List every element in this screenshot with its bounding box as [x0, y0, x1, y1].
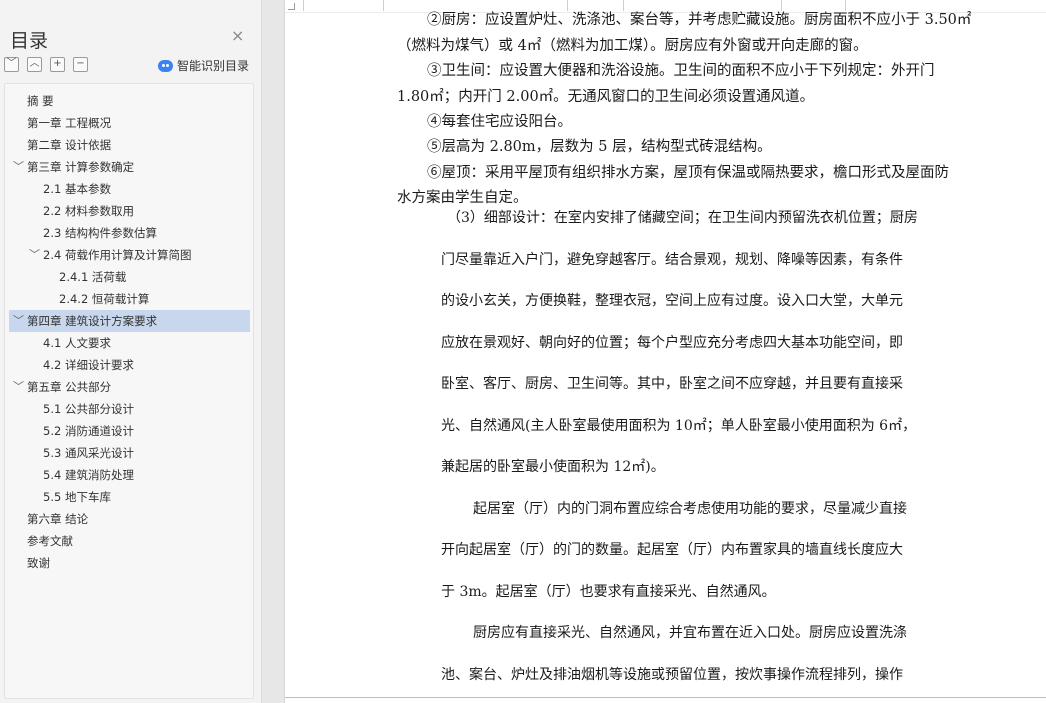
paragraph-line: 光、自然通风(主人卧室最使用面积为 10㎡；单人卧室最小使用面积为 6㎡， — [441, 418, 917, 434]
paragraph-line: ③卫生间：应设置大便器和洗浴设施。卫生间的面积不应小于下列规定：外开门 — [427, 63, 935, 79]
toc-item[interactable]: ﹀ 第五章 公共部分 — [9, 376, 250, 398]
page-corner-mark — [288, 3, 295, 10]
paragraph-line: ②厨房：应设置炉灶、洗涤池、案台等，并考虑贮藏设施。厨房面积不应小于 3.50㎡ — [427, 12, 972, 28]
paragraph-line: （3）细部设计：在室内安排了储藏空间；在卫生间内预留洗衣机位置；厨房 — [447, 210, 918, 226]
toc-item-label: 4.1 人文要求 — [43, 336, 111, 350]
paragraph-line: 的设小玄关，方便换鞋，整理衣冠，空间上应有过度。设入口大堂，大单元 — [441, 293, 903, 309]
toc-item-label: 2.4.2 恒荷载计算 — [59, 292, 150, 306]
toc-item[interactable]: 5.1 公共部分设计 — [9, 398, 250, 420]
smart-toc-label: 智能识别目录 — [177, 59, 250, 73]
smart-toc-button[interactable]: 智能识别目录 — [158, 57, 249, 74]
paragraph-line: 门尽量靠近入户门，避免穿越客厅。结合景观，规划、降噪等因素，有条件 — [441, 252, 903, 268]
toc-sidebar: 目录 × ﹀ ︿ + − 智能识别目录 摘 要 第一章 工程概况 第二章 设计依… — [0, 0, 262, 703]
remove-heading-icon[interactable]: − — [73, 57, 88, 72]
paragraph-line: 厨房应有直接采光、自然通风，并宜布置在近入口处。厨房应设置洗涤 — [473, 625, 907, 641]
toc-item-label: 2.3 结构构件参数估算 — [43, 226, 157, 240]
chevron-down-icon[interactable]: ﹀ — [13, 156, 24, 178]
toc-item-label: 致谢 — [27, 556, 50, 570]
toc-item[interactable]: ﹀ 第三章 计算参数确定 — [9, 156, 250, 178]
toc-item-label: 2.1 基本参数 — [43, 182, 111, 196]
toc-item-label: 5.3 通风采光设计 — [43, 446, 134, 460]
toc-item[interactable]: 第六章 结论 — [9, 508, 250, 530]
toc-item[interactable]: 2.1 基本参数 — [9, 178, 250, 200]
toc-item[interactable]: 第一章 工程概况 — [9, 112, 250, 134]
toc-item-label: 2.2 材料参数取用 — [43, 204, 134, 218]
paragraph-line: 卧室、客厅、厨房、卫生间等。其中，卧室之间不应穿越，并且要有直接采 — [441, 376, 903, 392]
paragraph-line: ⑤层高为 2.80m，层数为 5 层，结构型式砖混结构。 — [427, 139, 772, 155]
toc-item[interactable]: 第二章 设计依据 — [9, 134, 250, 156]
chevron-down-icon[interactable]: ﹀ — [13, 310, 24, 332]
toc-item[interactable]: 4.2 详细设计要求 — [9, 354, 250, 376]
paragraph-line: 水方案由学生自定。 — [397, 190, 528, 206]
toc-item[interactable]: 5.4 建筑消防处理 — [9, 464, 250, 486]
toc-item[interactable]: 5.3 通风采光设计 — [9, 442, 250, 464]
close-icon[interactable]: × — [231, 28, 244, 44]
toc-item[interactable]: 2.4.1 活荷载 — [9, 266, 250, 288]
toc-item-label: 2.4 荷载作用计算及计算简图 — [43, 248, 192, 262]
page-gutter — [262, 0, 284, 703]
paragraph-line: 1.80㎡；内开门 2.00㎡。无通风窗口的卫生间必须设置通风道。 — [397, 89, 815, 105]
ruler-tick — [383, 0, 384, 11]
collapse-all-icon[interactable]: ︿ — [27, 57, 42, 72]
document-page: ②厨房：应设置炉灶、洗涤池、案台等，并考虑贮藏设施。厨房面积不应小于 3.50㎡… — [284, 0, 1046, 703]
toc-item-label: 第五章 公共部分 — [27, 380, 112, 394]
toc-item[interactable]: 摘 要 — [9, 90, 250, 112]
toc-item-label: 第四章 建筑设计方案要求 — [27, 314, 158, 328]
toc-item[interactable]: 2.2 材料参数取用 — [9, 200, 250, 222]
chevron-down-icon[interactable]: ﹀ — [13, 376, 24, 398]
toc-item-label: 第一章 工程概况 — [27, 116, 112, 130]
page-bottom-edge — [285, 697, 1046, 698]
toc-item[interactable]: ﹀ 2.4 荷载作用计算及计算简图 — [9, 244, 250, 266]
paragraph-line: 起居室（厅）内的门洞布置应综合考虑使用功能的要求，尽量减少直接 — [473, 501, 907, 517]
paragraph-line: 开向起居室（厅）的门的数量。起居室（厅）内布置家具的墙直线长度应大 — [441, 542, 903, 558]
toc-list: 摘 要 第一章 工程概况 第二章 设计依据 ﹀ 第三章 计算参数确定 2.1 基本… — [4, 83, 254, 699]
paragraph-line: （燃料为煤气）或 4㎡（燃料为加工煤）。厨房应有外窗或开向走廊的窗。 — [397, 38, 868, 54]
ruler-tick — [303, 0, 304, 11]
toc-item-label: 5.5 地下车库 — [43, 490, 111, 504]
toc-item-label: 参考文献 — [27, 534, 73, 548]
expand-all-icon[interactable]: ﹀ — [4, 57, 19, 72]
toc-item-label: 第六章 结论 — [27, 512, 89, 526]
ai-icon — [158, 59, 173, 72]
paragraph-line: 于 3m。起居室（厅）也要求有直接采光、自然通风。 — [441, 584, 776, 600]
sidebar-title: 目录 — [10, 30, 49, 52]
paragraph-line: 池、案台、炉灶及排油烟机等设施或预留位置，按炊事操作流程排列，操作 — [441, 667, 903, 683]
toc-item-label: 4.2 详细设计要求 — [43, 358, 134, 372]
toc-item[interactable]: 参考文献 — [9, 530, 250, 552]
toc-item[interactable]: 4.1 人文要求 — [9, 332, 250, 354]
toc-item[interactable]: 2.4.2 恒荷载计算 — [9, 288, 250, 310]
toc-item-selected[interactable]: ﹀ 第四章 建筑设计方案要求 — [9, 310, 250, 332]
toc-item-label: 第三章 计算参数确定 — [27, 160, 135, 174]
chevron-down-icon[interactable]: ﹀ — [29, 244, 40, 266]
paragraph-line: 应放在景观好、朝向好的位置；每个户型应充分考虑四大基本功能空间，即 — [441, 335, 903, 351]
paragraph-line: ④每套住宅应设阳台。 — [427, 114, 572, 130]
toc-item-label: 第二章 设计依据 — [27, 138, 112, 152]
toc-item-label: 2.4.1 活荷载 — [59, 270, 127, 284]
toc-toolbar: ﹀ ︿ + − — [4, 57, 88, 72]
paragraph-line: 兼起居的卧室最小使面积为 12㎡)。 — [441, 459, 665, 475]
toc-item[interactable]: 5.5 地下车库 — [9, 486, 250, 508]
toc-item-label: 5.1 公共部分设计 — [43, 402, 134, 416]
toc-item[interactable]: 致谢 — [9, 552, 250, 574]
paragraph-line: ⑥屋顶：采用平屋顶有组织排水方案，屋顶有保温或隔热要求，檐口形式及屋面防 — [427, 165, 949, 181]
toc-item-label: 摘 要 — [27, 94, 54, 108]
toc-item-label: 5.4 建筑消防处理 — [43, 468, 134, 482]
toc-item[interactable]: 2.3 结构构件参数估算 — [9, 222, 250, 244]
toc-item-label: 5.2 消防通道设计 — [43, 424, 134, 438]
add-heading-icon[interactable]: + — [50, 57, 65, 72]
toc-item[interactable]: 5.2 消防通道设计 — [9, 420, 250, 442]
